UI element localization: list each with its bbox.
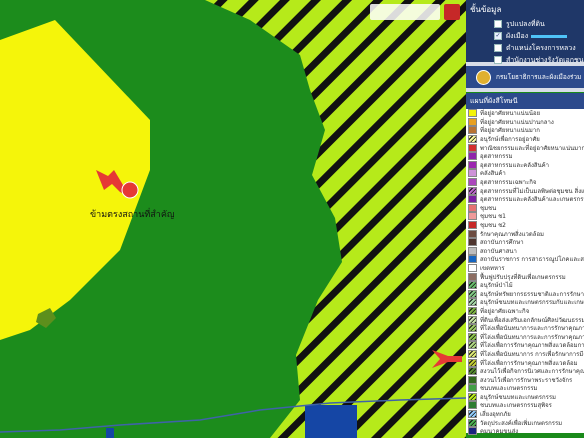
layer-label: สำนักงานช่างรังวัดเอกชน xyxy=(506,55,584,64)
legend-swatch xyxy=(468,324,477,333)
legend-swatch xyxy=(468,392,477,401)
layer-checkbox-checked[interactable]: ✓ xyxy=(494,32,502,40)
layer-item-royal-project[interactable]: ตำแหน่งโครงการหลวง xyxy=(470,42,580,54)
legend-swatch xyxy=(468,229,477,238)
legend-swatch xyxy=(468,246,477,255)
map-search-box[interactable] xyxy=(370,4,440,20)
layer-label: ผังเมือง xyxy=(506,31,529,40)
legend-swatch xyxy=(468,203,477,212)
layers-title: ชั้นข้อมูล xyxy=(470,5,502,14)
legend-swatch xyxy=(468,212,477,221)
map-search-button[interactable] xyxy=(444,4,460,20)
layer-checkbox[interactable] xyxy=(494,56,502,64)
legend-swatch xyxy=(468,238,477,247)
legend-swatch xyxy=(468,349,477,358)
legend-swatch xyxy=(468,315,477,324)
legend-list: ที่อยู่อาศัยหนาแน่นน้อย ที่อยู่อาศัยหนาแน… xyxy=(466,109,584,436)
layer-item-land-parcel[interactable]: รูปแปลงที่ดิน xyxy=(470,18,580,30)
legend-swatch xyxy=(468,281,477,290)
legend-swatch xyxy=(468,152,477,161)
legend-swatch xyxy=(468,427,477,436)
legend-swatch xyxy=(468,143,477,152)
layer-panel: ชั้นข้อมูล รูปแปลงที่ดิน ✓ ผังเมือง ตำแห… xyxy=(466,0,584,64)
legend-swatch xyxy=(468,109,477,118)
right-panel: ชั้นข้อมูล รูปแปลงที่ดิน ✓ ผังเมือง ตำแห… xyxy=(466,0,584,438)
map-place-label: ข้ามตรงสถานที่สำคัญ xyxy=(90,210,175,220)
water-small xyxy=(106,428,114,438)
legend-swatch xyxy=(468,178,477,187)
legend-swatch xyxy=(468,384,477,393)
legend-swatch xyxy=(468,221,477,230)
legend-swatch xyxy=(468,418,477,427)
layer-label: รูปแปลงที่ดิน xyxy=(506,19,545,28)
legend-label: คมนาคมขนส่ง xyxy=(480,428,519,436)
legend-swatch xyxy=(468,160,477,169)
legend-swatch xyxy=(468,169,477,178)
layer-item-city-plan[interactable]: ✓ ผังเมือง xyxy=(470,30,580,42)
layer-checkbox[interactable] xyxy=(494,44,502,52)
legend-swatch xyxy=(468,306,477,315)
legend-swatch xyxy=(468,341,477,350)
legend-swatch xyxy=(468,375,477,384)
legend-swatch xyxy=(468,117,477,126)
legend-swatch xyxy=(468,298,477,307)
legend-swatch xyxy=(468,186,477,195)
legend-swatch xyxy=(468,135,477,144)
water-body xyxy=(305,405,357,438)
legend-swatch xyxy=(468,289,477,298)
legend-swatch xyxy=(468,410,477,419)
legend-swatch xyxy=(468,255,477,264)
legend-swatch xyxy=(468,263,477,272)
legend-swatch xyxy=(468,358,477,367)
location-pin-icon[interactable] xyxy=(121,181,139,199)
layer-label: ตำแหน่งโครงการหลวง xyxy=(506,43,576,52)
legend-swatch xyxy=(468,126,477,135)
legend-panel: แผนที่ผังสีโทษนี ที่อยู่อาศัยหนาแน่นน้อย… xyxy=(466,93,584,436)
legend-title: แผนที่ผังสีโทษนี xyxy=(466,93,584,109)
opacity-slider[interactable] xyxy=(531,34,568,38)
legend-item: คมนาคมขนส่ง xyxy=(466,427,584,436)
brand-title: กรมโยธาธิการและผังเมืองร่วม xyxy=(496,73,582,81)
legend-swatch xyxy=(468,367,477,376)
legend-swatch xyxy=(468,332,477,341)
legend-swatch xyxy=(468,401,477,410)
legend-swatch xyxy=(468,272,477,281)
department-logo-icon xyxy=(476,69,491,85)
legend-swatch xyxy=(468,195,477,204)
layer-checkbox[interactable] xyxy=(494,20,502,28)
brand-banner: กรมโยธาธิการและผังเมืองร่วม xyxy=(466,62,584,92)
